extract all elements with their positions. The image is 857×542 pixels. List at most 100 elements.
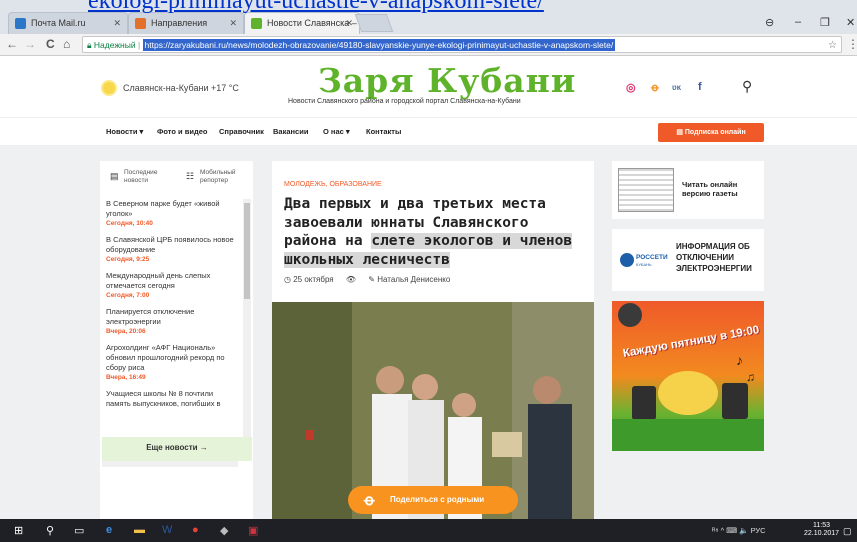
tab-directions[interactable]: Направления ✕ — [128, 12, 244, 34]
weather-text: Славянск-на-Кубани +17 °C — [123, 83, 239, 93]
tab-close-icon[interactable]: ✕ — [229, 18, 237, 29]
sun-icon — [103, 82, 115, 94]
news-title[interactable]: Международный день слепых отмечается сег… — [106, 271, 238, 291]
site-logo[interactable]: Заря Кубани — [318, 61, 576, 100]
close-window-button[interactable]: ✕ — [846, 16, 855, 29]
tab-mobile-reporter[interactable]: ☷ Мобильный репортер — [186, 169, 246, 185]
minimize-button[interactable]: – — [795, 16, 801, 28]
screen: Почта Mail.ru ✕ Направления ✕ Новости Сл… — [0, 0, 857, 542]
mailru-favicon-icon — [15, 18, 26, 29]
maximize-button[interactable]: ❐ — [820, 16, 830, 29]
news-date: Сегодня, 9:25 — [106, 256, 150, 263]
word-icon[interactable]: W — [162, 524, 172, 536]
power-info-text: ИНФОРМАЦИЯ ОБ ОТКЛЮЧЕНИИ ЭЛЕКТРОЭНЕРГИИ — [676, 242, 752, 273]
back-button[interactable]: ← — [6, 37, 18, 51]
taskbar-clock[interactable]: 11:53 22.10.2017 — [804, 522, 839, 538]
browser-menu-icon[interactable]: ⋮ — [847, 37, 857, 51]
menu-item-contacts[interactable]: Контакты — [366, 127, 401, 136]
menu-item-directory[interactable]: Справочник — [219, 127, 264, 136]
news-title[interactable]: Агрохолдинг «АФГ Националь» обновил прош… — [106, 343, 238, 373]
newspaper-icon: ▤ — [676, 129, 685, 136]
article-category[interactable]: МОЛОДЕЖЬ, ОБРАЗОВАНИЕ — [284, 181, 382, 188]
newspaper-thumbnail — [618, 168, 674, 212]
search-icon[interactable]: ⚲ — [46, 524, 54, 537]
weather-widget: Славянск-на-Кубани +17 °C — [103, 82, 239, 94]
list-item[interactable]: В Северном парке будет «живой уголок» Се… — [106, 199, 238, 227]
tab-close-icon[interactable]: ✕ — [345, 18, 353, 29]
tab-zarya-active[interactable]: Новости Славянска – Д ✕ — [244, 12, 360, 34]
site-tagline: Новости Славянского района и городской п… — [288, 98, 521, 105]
more-news-button[interactable]: Еще новости → — [102, 437, 252, 461]
home-button[interactable]: ⌂ — [63, 37, 70, 51]
task-view-icon[interactable]: ▭ — [74, 524, 84, 537]
read-online-banner[interactable]: Читать онлайн версию газеты — [612, 161, 764, 219]
rosseti-sub: КУБАНЬ — [636, 262, 652, 267]
promo-banner[interactable]: ♪ ♫ Каждую пятницу в 19:00 — [612, 301, 764, 451]
news-title[interactable]: Учащиеся школы № 8 почтили память выпуск… — [106, 389, 238, 409]
menu-item-about[interactable]: О нас ▾ — [323, 127, 350, 136]
news-scrollbar-thumb[interactable] — [244, 203, 250, 299]
odnoklassniki-icon[interactable]: ꝋ — [651, 81, 659, 94]
share-label: Поделиться с родными — [390, 495, 485, 504]
tab-mail[interactable]: Почта Mail.ru ✕ — [8, 12, 128, 34]
list-item[interactable]: Учащиеся школы № 8 почтили память выпуск… — [106, 389, 238, 409]
clock-icon: ◷ — [284, 275, 294, 284]
search-icon[interactable]: ⚲ — [742, 78, 752, 95]
instagram-icon[interactable]: ◎ — [626, 81, 636, 94]
article-headline[interactable]: Два первых и два третьих места завоевали… — [284, 195, 584, 269]
system-tray[interactable]: ᴿ⁸ ^ ⌨ 🔈 РУС — [712, 526, 766, 535]
lock-icon: 🔒︎ — [87, 40, 94, 50]
tab-latest-news[interactable]: ▤ Последние новости — [110, 169, 164, 185]
author-icon: ✎ — [368, 275, 378, 284]
file-explorer-icon[interactable]: ▬ — [134, 524, 145, 536]
share-ok-button[interactable]: ꝋ Поделиться с родными — [348, 486, 518, 514]
menu-item-photo-video[interactable]: Фото и видео — [157, 127, 207, 136]
subscribe-online-button[interactable]: ▤ Подписка онлайн — [658, 123, 764, 142]
bookmark-star-icon[interactable]: ☆ — [828, 40, 837, 51]
latest-news-panel: ▤ Последние новости ☷ Мобильный репортер… — [100, 161, 253, 519]
clock-date: 22.10.2017 — [804, 530, 840, 537]
article-author[interactable]: Наталья Денисенко — [377, 275, 450, 284]
read-online-text: Читать онлайн версию газеты — [682, 180, 738, 198]
subscribe-label: Подписка онлайн — [684, 129, 746, 136]
list-item[interactable]: Планируется отключение электроэнергии Вч… — [106, 307, 238, 335]
overlay-link-text[interactable]: ekologi-prinimayut-uchastie-v-anapskom-s… — [88, 0, 544, 15]
new-tab-button[interactable] — [354, 14, 394, 32]
vk-icon[interactable]: ʋĸ — [672, 83, 681, 92]
menu-item-vacancies[interactable]: Вакансии — [273, 127, 308, 136]
windows-start-icon[interactable]: ⊞ — [14, 524, 23, 537]
clock-time: 11:53 — [813, 522, 831, 529]
paint-icon[interactable]: ▣ — [248, 524, 258, 537]
menu-item-news[interactable]: Новости ▾ — [106, 127, 143, 136]
edge-icon[interactable]: e — [106, 524, 112, 536]
promo-art-image: ♪ ♫ — [612, 303, 764, 451]
tab-close-icon[interactable]: ✕ — [113, 18, 121, 29]
news-title[interactable]: В Славянской ЦРБ появилось новое оборудо… — [106, 235, 238, 255]
list-item[interactable]: Агрохолдинг «АФГ Националь» обновил прош… — [106, 343, 238, 381]
website: Славянск-на-Кубани +17 °C Заря Кубани Но… — [0, 57, 857, 519]
tab-latest-label: Последние новости — [124, 169, 158, 184]
secure-label: Надежный — [93, 40, 136, 50]
article-meta: ◷ 25 октября 👁︎ ✎ Наталья Денисенко — [284, 275, 450, 284]
svg-text:♪: ♪ — [736, 352, 743, 368]
forward-button[interactable]: → — [24, 37, 36, 51]
account-icon[interactable]: ⊖ — [765, 16, 774, 29]
news-title[interactable]: Планируется отключение электроэнергии — [106, 307, 238, 327]
url-text[interactable]: https://zaryakubani.ru/news/molodezh-obr… — [142, 39, 616, 51]
power-outage-banner[interactable]: РОССЕТИ КУБАНЬ ИНФОРМАЦИЯ ОБ ОТКЛЮЧЕНИИ … — [612, 229, 764, 291]
list-item[interactable]: В Славянской ЦРБ появилось новое оборудо… — [106, 235, 238, 263]
list-item[interactable]: Международный день слепых отмечается сег… — [106, 271, 238, 299]
app-icon[interactable]: ◆ — [220, 524, 228, 537]
zarya-favicon-icon — [251, 18, 262, 29]
news-title[interactable]: В Северном парке будет «живой уголок» — [106, 199, 238, 219]
chrome-icon[interactable]: ● — [192, 524, 199, 536]
news-date: Вчера, 20:06 — [106, 328, 146, 335]
horizontal-scrollbar[interactable] — [102, 461, 238, 467]
notifications-icon[interactable]: ▢ — [843, 526, 852, 537]
reload-button[interactable]: C — [46, 37, 55, 51]
windows-taskbar: ⊞ ⚲ ▭ e ▬ W ● ◆ ▣ ᴿ⁸ ^ ⌨ 🔈 РУС 11:53 22.… — [0, 519, 857, 542]
url-field[interactable]: 🔒︎ Надежный | https://zaryakubani.ru/new… — [82, 36, 842, 53]
rosseti-name: РОССЕТИ — [636, 254, 668, 261]
tab-label: Направления — [151, 18, 208, 28]
facebook-icon[interactable]: f — [698, 81, 702, 93]
